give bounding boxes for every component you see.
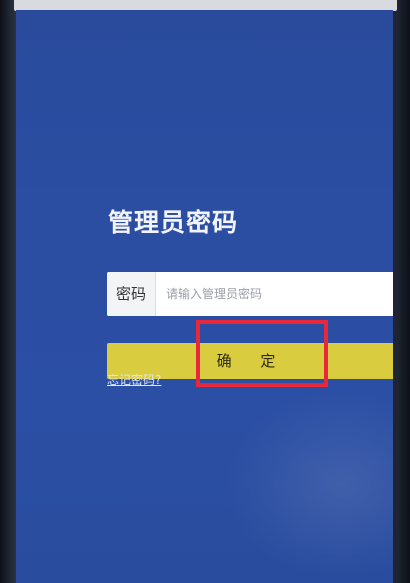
phone-frame: 管理员密码 密码 确 定 忘记密码? xyxy=(0,0,410,583)
admin-password-screen: 管理员密码 密码 确 定 忘记密码? xyxy=(16,10,393,583)
password-label: 密码 xyxy=(107,272,156,316)
forgot-password-link[interactable]: 忘记密码? xyxy=(107,371,161,388)
password-input[interactable] xyxy=(156,272,393,316)
password-row: 密码 xyxy=(107,272,393,316)
screen-glare xyxy=(223,390,393,580)
page-title: 管理员密码 xyxy=(108,208,239,237)
